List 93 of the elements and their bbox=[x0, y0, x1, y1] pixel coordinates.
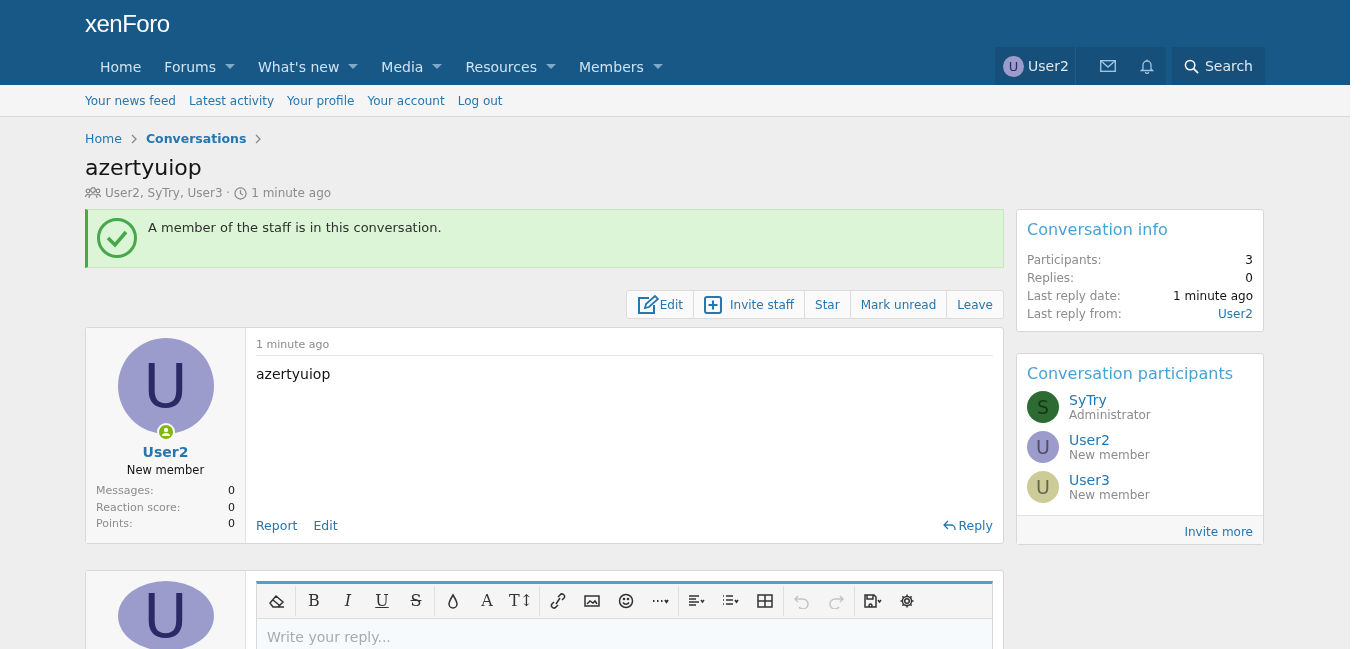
link-icon bbox=[549, 592, 567, 609]
search-button[interactable]: Search bbox=[1171, 47, 1265, 85]
stat-value: 0 bbox=[228, 499, 235, 516]
gear-icon bbox=[898, 592, 916, 609]
smile-icon bbox=[617, 592, 635, 609]
stat-value: 0 bbox=[228, 483, 235, 499]
breadcrumb-link[interactable]: Home bbox=[85, 131, 122, 146]
font-button[interactable]: A bbox=[471, 585, 503, 616]
subnav-link[interactable]: Your profile bbox=[287, 93, 355, 108]
bell-icon[interactable] bbox=[1139, 58, 1154, 74]
action-button[interactable]: Star bbox=[804, 291, 850, 318]
participant-link[interactable]: SyTry bbox=[1069, 392, 1107, 408]
action-button[interactable]: Edit bbox=[626, 291, 693, 318]
italic-button[interactable]: I bbox=[332, 585, 364, 616]
caret-icon[interactable] bbox=[652, 64, 663, 69]
search-icon bbox=[1183, 58, 1199, 74]
page-title: azertyuiop bbox=[85, 155, 203, 180]
more-icon bbox=[651, 597, 669, 604]
reply-link[interactable]: Reply bbox=[943, 517, 993, 533]
stat-value: 0 bbox=[228, 516, 235, 532]
avatar-icon: U bbox=[1003, 55, 1025, 77]
avatar: U bbox=[117, 580, 214, 649]
participant-role: Administrator bbox=[1069, 408, 1151, 422]
check-circle-icon bbox=[96, 217, 138, 259]
avatar[interactable]: U bbox=[117, 338, 214, 434]
subnav-link[interactable]: Your account bbox=[367, 93, 445, 108]
info-label: Replies: bbox=[1027, 270, 1075, 287]
info-value: 1 minute ago bbox=[1173, 288, 1253, 305]
nav-tab[interactable]: Home bbox=[85, 48, 150, 85]
info-value: 0 bbox=[1245, 270, 1253, 287]
info-value: 3 bbox=[1245, 252, 1253, 269]
avatar[interactable]: U bbox=[1027, 471, 1059, 503]
eraser-icon bbox=[268, 592, 286, 609]
clock-icon bbox=[234, 186, 248, 200]
nav-tab[interactable]: What's new bbox=[243, 48, 367, 85]
stat-label: Points: bbox=[96, 516, 133, 532]
undo-icon bbox=[793, 592, 811, 609]
action-button[interactable]: Mark unread bbox=[849, 291, 947, 318]
info-link[interactable]: User2 bbox=[1218, 305, 1253, 323]
info-label: Participants: bbox=[1027, 252, 1102, 269]
user-title: New member bbox=[126, 463, 205, 477]
notice-text: A member of the staff is in this conversation. bbox=[148, 220, 442, 235]
envelope-icon[interactable] bbox=[1099, 60, 1116, 72]
caret-icon[interactable] bbox=[432, 64, 443, 69]
time-text: 1 minute ago bbox=[251, 186, 332, 200]
avatar[interactable]: U bbox=[1027, 431, 1059, 463]
post-action-link[interactable]: Edit bbox=[313, 517, 338, 533]
chevron-icon bbox=[254, 133, 263, 144]
stat-label: Messages: bbox=[96, 483, 154, 499]
edit-icon bbox=[636, 294, 659, 315]
chevron-icon bbox=[129, 133, 138, 144]
underline-button[interactable]: U bbox=[366, 585, 398, 616]
subnav-link[interactable]: Log out bbox=[457, 93, 503, 108]
block-heading: Conversation participants bbox=[1026, 363, 1235, 385]
reply-input[interactable]: Write your reply... bbox=[257, 618, 992, 649]
username-link[interactable]: User2 bbox=[142, 444, 189, 460]
block-heading: Conversation info bbox=[1026, 219, 1169, 241]
participant-link[interactable]: User2 bbox=[1069, 432, 1110, 448]
caret-icon[interactable] bbox=[545, 64, 556, 69]
participant-role: New member bbox=[1069, 488, 1150, 502]
nav-tab[interactable]: Resources bbox=[450, 48, 564, 85]
post-action-link[interactable]: Report bbox=[256, 517, 298, 533]
action-button[interactable]: Leave bbox=[946, 291, 1003, 318]
strike-button[interactable]: S bbox=[400, 585, 432, 616]
redo-icon bbox=[827, 592, 845, 609]
nav-tab[interactable]: Forums bbox=[149, 48, 244, 85]
nav-tab[interactable]: Media bbox=[366, 48, 451, 85]
nav-tab[interactable]: Members bbox=[563, 48, 671, 85]
participant-link[interactable]: User3 bbox=[1069, 472, 1110, 488]
action-button[interactable]: Invite staff bbox=[693, 291, 805, 318]
breadcrumb-link[interactable]: Conversations bbox=[145, 131, 247, 146]
info-label: Last reply from: bbox=[1027, 306, 1122, 323]
image-icon bbox=[583, 592, 601, 609]
size-button[interactable]: T↕ bbox=[505, 585, 537, 616]
caret-icon[interactable] bbox=[348, 64, 359, 69]
users-icon bbox=[85, 187, 101, 199]
table-icon bbox=[756, 592, 774, 609]
post-time: 1 minute ago bbox=[256, 338, 993, 356]
bold-button[interactable]: B bbox=[298, 585, 330, 616]
subnav-link[interactable]: Latest activity bbox=[188, 93, 275, 108]
site-logo[interactable]: xenForo bbox=[85, 0, 170, 48]
stat-label: Reaction score: bbox=[96, 499, 181, 516]
align-icon bbox=[688, 592, 706, 609]
subnav-link[interactable]: Your news feed bbox=[85, 93, 176, 108]
info-label: Last reply date: bbox=[1027, 288, 1121, 305]
plus-square-icon bbox=[704, 295, 722, 314]
reply-icon bbox=[943, 519, 957, 531]
save-icon bbox=[864, 592, 882, 609]
participants-text: User2, SyTry, User3 · bbox=[105, 186, 231, 200]
caret-icon[interactable] bbox=[225, 64, 236, 69]
message-text: azertyuiop bbox=[256, 366, 332, 384]
invite-more-link[interactable]: Invite more bbox=[1184, 525, 1253, 539]
participant-role: New member bbox=[1069, 448, 1150, 462]
